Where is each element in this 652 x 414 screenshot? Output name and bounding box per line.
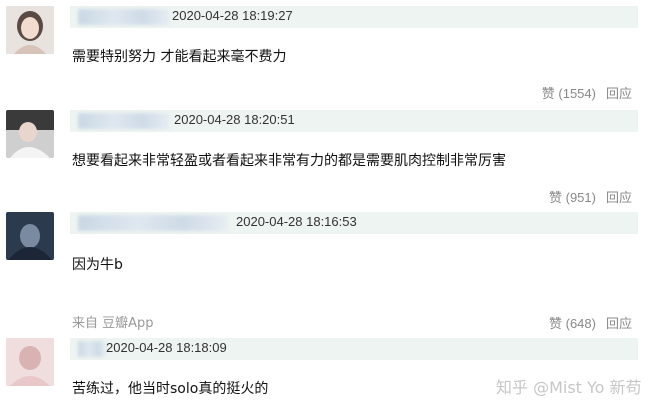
comment-text: 需要特别努力 才能看起来毫不费力 xyxy=(72,49,287,65)
avatar[interactable] xyxy=(6,6,54,54)
comment-item: 2020-04-28 18:20:51 想要看起来非常轻盈或者看起来非常有力的都… xyxy=(0,110,652,206)
comment-source: 来自 豆瓣App xyxy=(72,316,154,331)
comment-timestamp: 2020-04-28 18:18:09 xyxy=(106,340,227,355)
comment-actions: 赞 (1554) 回应 xyxy=(542,83,632,102)
comment-actions: 赞 (951) 回应 xyxy=(549,187,632,206)
comment-item: 2020-04-28 18:16:53 因为牛b 来自 豆瓣App 赞 (648… xyxy=(0,212,652,336)
comment-timestamp: 2020-04-28 18:20:51 xyxy=(174,112,295,127)
comment-item: 2020-04-28 18:19:27 需要特别努力 才能看起来毫不费力 赞 (… xyxy=(0,6,652,102)
username-blurred[interactable] xyxy=(78,215,228,231)
comment-actions: 赞 (648) 回应 xyxy=(549,313,632,332)
comment-text: 想要看起来非常轻盈或者看起来非常有力的都是需要肌肉控制非常厉害 xyxy=(72,153,506,169)
like-button[interactable]: 赞 (648) xyxy=(549,316,596,331)
like-button[interactable]: 赞 (951) xyxy=(549,190,596,205)
username-blurred[interactable] xyxy=(78,113,170,129)
comment-meta-bar: 2020-04-28 18:16:53 xyxy=(70,212,638,234)
avatar[interactable] xyxy=(6,338,54,386)
comment-meta-bar: 2020-04-28 18:19:27 xyxy=(70,6,638,28)
reply-button[interactable]: 回应 xyxy=(606,190,632,205)
avatar[interactable] xyxy=(6,110,54,158)
comment-meta-bar: 2020-04-28 18:20:51 xyxy=(70,110,638,132)
reply-button[interactable]: 回应 xyxy=(606,316,632,331)
username-blurred[interactable] xyxy=(78,341,106,357)
comment-feed: 2020-04-28 18:19:27 需要特别努力 才能看起来毫不费力 赞 (… xyxy=(0,0,652,414)
like-button[interactable]: 赞 (1554) xyxy=(542,86,596,101)
comment-meta-bar: 2020-04-28 18:18:09 xyxy=(70,338,638,360)
comment-text: 因为牛b xyxy=(72,257,123,273)
avatar[interactable] xyxy=(6,212,54,260)
reply-button[interactable]: 回应 xyxy=(606,86,632,101)
comment-text: 苦练过，他当时solo真的挺火的 xyxy=(72,381,269,397)
comment-timestamp: 2020-04-28 18:16:53 xyxy=(236,214,357,229)
watermark: 知乎 @Mist Yo 新苟 xyxy=(496,378,642,397)
username-blurred[interactable] xyxy=(78,9,170,25)
comment-timestamp: 2020-04-28 18:19:27 xyxy=(172,8,293,23)
